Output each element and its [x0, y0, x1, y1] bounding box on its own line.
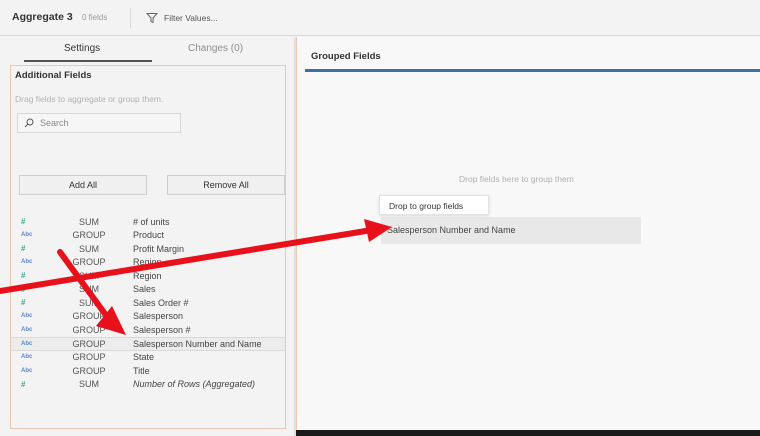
- field-name: Region: [133, 270, 162, 281]
- search-input[interactable]: [40, 118, 170, 128]
- aggregation-label[interactable]: SUM: [59, 244, 119, 254]
- field-row[interactable]: Abc GROUP Salesperson Number and Name: [11, 336, 285, 351]
- step-title: Aggregate 3: [12, 11, 73, 23]
- filter-icon: [146, 13, 158, 24]
- field-row[interactable]: # SUM Sales: [11, 283, 285, 297]
- number-type-icon: #: [21, 271, 26, 281]
- field-name: Salesperson #: [133, 324, 191, 335]
- filter-values-button[interactable]: Filter Values...: [146, 8, 218, 28]
- string-type-icon: Abc: [21, 354, 33, 361]
- field-row[interactable]: # SUM Sales Order #: [11, 296, 285, 310]
- add-all-button[interactable]: Add All: [19, 175, 147, 195]
- additional-fields-box: Additional Fields Drag fields to aggrega…: [10, 65, 286, 429]
- settings-panel: Settings Changes (0) Additional Fields D…: [0, 37, 294, 436]
- dragged-field-preview[interactable]: Salesperson Number and Name: [381, 217, 641, 244]
- drop-hint: Drop fields here to group them: [459, 174, 574, 184]
- active-tab-indicator: [24, 60, 152, 62]
- field-row[interactable]: Abc GROUP Salesperson #: [11, 323, 285, 337]
- tab-changes[interactable]: Changes (0): [188, 43, 243, 54]
- number-type-icon: #: [21, 284, 26, 294]
- additional-fields-hint: Drag fields to aggregate or group them.: [15, 94, 164, 104]
- aggregation-label[interactable]: GROUP: [59, 311, 119, 321]
- field-name: Product: [133, 230, 165, 241]
- string-type-icon: Abc: [21, 232, 33, 239]
- toolbar: Aggregate 3 0 fields Filter Values...: [0, 0, 760, 36]
- field-name: Title: [133, 365, 150, 376]
- remove-all-button[interactable]: Remove All: [167, 175, 285, 195]
- field-name: Profit Margin: [133, 243, 185, 254]
- aggregation-label[interactable]: GROUP: [59, 339, 119, 349]
- field-row[interactable]: Abc GROUP Salesperson: [11, 310, 285, 324]
- number-type-icon: #: [21, 217, 26, 227]
- field-list: # SUM # of units Abc GROUP Product # SUM Profit …: [11, 215, 285, 391]
- field-count: 0 fields: [82, 13, 108, 22]
- field-name: # of units: [133, 216, 170, 227]
- field-row[interactable]: # SUM # of units: [11, 215, 285, 229]
- number-type-icon: #: [21, 379, 26, 389]
- number-type-icon: #: [21, 298, 26, 308]
- drop-tooltip: Drop to group fields: [379, 195, 489, 215]
- additional-fields-title: Additional Fields: [15, 70, 92, 81]
- field-row[interactable]: Abc GROUP Title: [11, 364, 285, 378]
- field-row[interactable]: Abc GROUP Product: [11, 229, 285, 243]
- aggregation-label[interactable]: GROUP: [59, 230, 119, 240]
- field-name: State: [133, 352, 155, 363]
- number-type-icon: #: [21, 244, 26, 254]
- filter-values-label: Filter Values...: [164, 13, 218, 23]
- grouped-fields-title: Grouped Fields: [311, 51, 381, 62]
- search-box[interactable]: [17, 113, 181, 133]
- tab-settings[interactable]: Settings: [64, 43, 100, 54]
- dragged-field-label: Salesperson Number and Name: [387, 225, 516, 235]
- field-name: Salesperson Number and Name: [133, 338, 262, 349]
- search-icon: [24, 118, 34, 128]
- aggregation-label[interactable]: SUM: [59, 379, 119, 389]
- field-row[interactable]: Abc GROUP Region: [11, 256, 285, 270]
- field-row[interactable]: # SUM Profit Margin: [11, 242, 285, 256]
- field-row[interactable]: # SUM Region: [11, 269, 285, 283]
- aggregation-label[interactable]: GROUP: [59, 257, 119, 267]
- field-row[interactable]: # SUM Number of Rows (Aggregated): [11, 378, 285, 392]
- field-name: Region: [133, 257, 162, 268]
- drop-tooltip-text: Drop to group fields: [389, 201, 464, 211]
- bottom-strip: [296, 430, 760, 436]
- string-type-icon: Abc: [21, 367, 33, 374]
- field-name: Sales Order #: [133, 297, 189, 308]
- string-type-icon: Abc: [21, 259, 33, 266]
- aggregation-label[interactable]: SUM: [59, 217, 119, 227]
- toolbar-divider: [130, 8, 131, 28]
- aggregation-label[interactable]: GROUP: [59, 366, 119, 376]
- field-row[interactable]: Abc GROUP State: [11, 351, 285, 365]
- grouped-fields-panel[interactable]: Grouped Fields Drop fields here to group…: [296, 37, 760, 436]
- field-name: Number of Rows (Aggregated): [133, 379, 256, 390]
- aggregation-label[interactable]: SUM: [59, 271, 119, 281]
- grouped-fields-header-bar: [305, 69, 760, 72]
- panel-tabs: Settings Changes (0): [0, 37, 294, 63]
- string-type-icon: Abc: [21, 340, 33, 347]
- field-name: Sales: [133, 284, 156, 295]
- aggregation-label[interactable]: GROUP: [59, 325, 119, 335]
- aggregation-label[interactable]: SUM: [59, 298, 119, 308]
- string-type-icon: Abc: [21, 313, 33, 320]
- field-name: Salesperson: [133, 311, 184, 322]
- aggregation-label[interactable]: SUM: [59, 284, 119, 294]
- aggregation-label[interactable]: GROUP: [59, 352, 119, 362]
- string-type-icon: Abc: [21, 326, 33, 333]
